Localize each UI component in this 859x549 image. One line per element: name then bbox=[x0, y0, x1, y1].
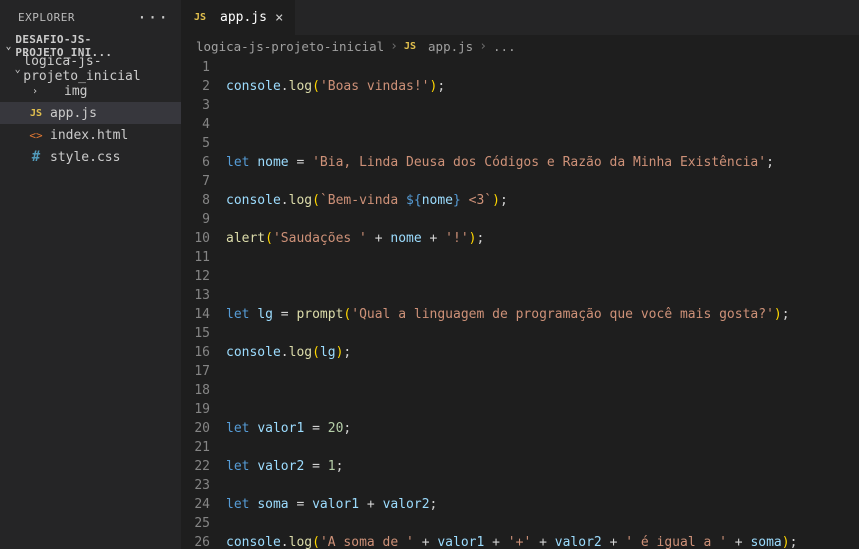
tab-label: app.js bbox=[220, 10, 267, 25]
chevron-down-icon: ⌄ bbox=[12, 64, 23, 75]
folder-icon bbox=[42, 83, 58, 99]
line-gutter: 1234567891011121314151617181920212223242… bbox=[182, 57, 226, 549]
html-icon: <> bbox=[28, 127, 44, 143]
js-icon: JS bbox=[404, 38, 416, 54]
close-icon[interactable]: × bbox=[273, 10, 285, 26]
chevron-right-icon: › bbox=[390, 39, 398, 54]
tree-folder[interactable]: ⌄ logica-js-projeto_inicial bbox=[0, 58, 181, 80]
code-content[interactable]: console.log('Boas vindas!'); let nome = … bbox=[226, 57, 859, 549]
css-icon: # bbox=[28, 149, 44, 165]
tree-item[interactable]: JS app.js bbox=[0, 102, 181, 124]
tree-label: style.css bbox=[50, 150, 120, 165]
tree-item[interactable]: # style.css bbox=[0, 146, 181, 168]
tree-label: index.html bbox=[50, 128, 128, 143]
tree-item[interactable]: <> index.html bbox=[0, 124, 181, 146]
explorer-more-icon[interactable]: ··· bbox=[137, 8, 169, 27]
tab-appjs[interactable]: JS app.js × bbox=[182, 0, 296, 35]
chevron-down-icon: ⌄ bbox=[2, 41, 15, 52]
breadcrumb-segment[interactable]: ... bbox=[493, 39, 516, 54]
breadcrumb-segment[interactable]: logica-js-projeto-inicial bbox=[196, 39, 384, 54]
code-area[interactable]: 1234567891011121314151617181920212223242… bbox=[182, 57, 859, 549]
folder-label: logica-js-projeto_inicial bbox=[23, 54, 181, 84]
breadcrumb[interactable]: logica-js-projeto-inicial › JS app.js › … bbox=[182, 35, 859, 57]
editor: JS app.js × logica-js-projeto-inicial › … bbox=[182, 0, 859, 549]
sidebar: EXPLORER ··· ⌄ DESAFIO-JS-PROJETO_INI...… bbox=[0, 0, 182, 549]
breadcrumb-segment[interactable]: app.js bbox=[428, 39, 473, 54]
tree-label: img bbox=[64, 84, 87, 99]
js-icon: JS bbox=[192, 10, 208, 26]
tab-bar: JS app.js × bbox=[182, 0, 859, 35]
explorer-header: EXPLORER ··· bbox=[0, 0, 181, 35]
js-icon: JS bbox=[28, 105, 44, 121]
file-tree: ⌄ logica-js-projeto_inicial › img JS app.js… bbox=[0, 57, 181, 168]
chevron-right-icon: › bbox=[28, 86, 42, 97]
explorer-title: EXPLORER bbox=[18, 11, 75, 24]
tree-label: app.js bbox=[50, 106, 97, 121]
chevron-right-icon: › bbox=[479, 39, 487, 54]
